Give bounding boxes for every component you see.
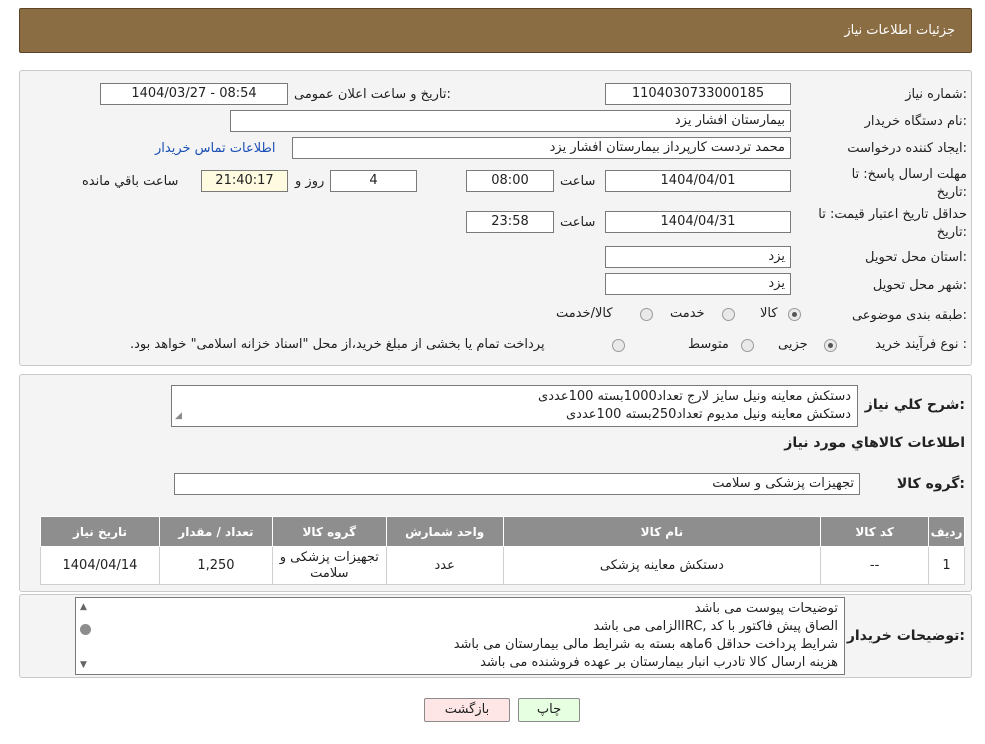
buyer-note-line: توضیحات پیوست می باشد xyxy=(694,601,838,616)
back-button[interactable]: بازگشت xyxy=(424,698,510,722)
need-number-field[interactable]: 1104030733000185 xyxy=(605,83,791,105)
goods-section-title: اطلاعات کالاهاي مورد نياز xyxy=(784,435,965,451)
remaining-time-field: 21:40:17 xyxy=(201,170,288,192)
city-field[interactable]: یزد xyxy=(605,273,791,295)
purchase-radio-medium[interactable] xyxy=(741,339,754,352)
page-header: جزئیات اطلاعات نیاز xyxy=(19,8,972,53)
province-field[interactable]: یزد xyxy=(605,246,791,268)
creator-label: ایجاد کننده درخواست: xyxy=(847,141,967,156)
col-unit: واحد شمارش xyxy=(385,516,504,547)
purchase-option-medium: متوسط xyxy=(688,337,729,352)
deadline-label: مهلت ارسال پاسخ: تا تاریخ: xyxy=(851,167,967,200)
category-radio-service[interactable] xyxy=(722,308,735,321)
col-date: تاریخ نیاز xyxy=(40,516,160,547)
category-radio-goods-service[interactable] xyxy=(640,308,653,321)
col-code: کد کالا xyxy=(820,516,930,547)
city-label: شهر محل تحویل: xyxy=(872,278,967,293)
purchase-option-minor: جزیی xyxy=(778,337,808,352)
validity-date-field[interactable]: 1404/04/31 xyxy=(605,211,791,233)
cell-date: 1404/04/14 xyxy=(40,546,160,585)
buyer-note-line: شرایط پرداخت حداقل 6ماهه بسته به شرایط م… xyxy=(453,637,838,652)
buyer-notes-textarea[interactable]: توضیحات پیوست می باشد الصاق پیش فاکتور ب… xyxy=(75,597,845,675)
cell-row: 1 xyxy=(928,546,965,585)
deadline-time-field[interactable]: 08:00 xyxy=(466,170,554,192)
goods-table: ردیف کد کالا نام کالا واحد شمارش گروه کا… xyxy=(40,516,965,585)
buyer-note-line: الصاق پیش فاکتور با کد ,IRCالزامی می باش… xyxy=(593,619,839,634)
table-header-row: ردیف کد کالا نام کالا واحد شمارش گروه کا… xyxy=(40,516,965,547)
description-label: شرح کلي نياز: xyxy=(864,397,965,413)
deadline-time-label: ساعت xyxy=(560,174,596,189)
category-option-goods: کالا xyxy=(760,306,778,321)
purchase-radio-treasury[interactable] xyxy=(612,339,625,352)
purchase-radio-minor[interactable] xyxy=(824,339,837,352)
category-label: طبقه بندی موضوعی: xyxy=(851,308,967,323)
description-line: دستکش معاینه ونیل سایز لارج تعداد1000بست… xyxy=(538,389,851,404)
scroll-down-icon[interactable]: ▼ xyxy=(80,660,87,670)
announce-field[interactable]: 1404/03/27 - 08:54 xyxy=(100,83,288,105)
cell-code: -- xyxy=(820,546,930,585)
cell-name: دستکش معاینه پزشکی xyxy=(502,546,822,585)
goods-group-label: گروه کالا: xyxy=(896,476,965,492)
contact-buyer-link[interactable]: اطلاعات تماس خریدار xyxy=(155,141,275,156)
buyer-org-field[interactable]: بیمارستان افشار یزد xyxy=(230,110,791,132)
scroll-thumb[interactable] xyxy=(80,624,91,635)
deadline-date-field[interactable]: 1404/04/01 xyxy=(605,170,791,192)
cell-unit: عدد xyxy=(385,546,504,585)
category-option-service: خدمت xyxy=(670,306,705,321)
creator-field[interactable]: محمد تردست کارپرداز بیمارستان افشار یزد xyxy=(292,137,791,159)
col-qty: تعداد / مقدار xyxy=(158,516,273,547)
province-label: استان محل تحویل: xyxy=(865,250,967,265)
need-number-label: شماره نیاز: xyxy=(905,87,967,102)
resize-grip-icon[interactable]: ◢ xyxy=(175,407,182,425)
col-group: گروه کالا xyxy=(271,516,387,547)
description-textarea[interactable]: دستکش معاینه ونیل سایز لارج تعداد1000بست… xyxy=(171,385,858,427)
announce-label: تاریخ و ساعت اعلان عمومی: xyxy=(294,87,451,102)
print-button[interactable]: چاپ xyxy=(518,698,580,722)
table-row: 1 -- دستکش معاینه پزشکی عدد تجهیزات پزشک… xyxy=(40,546,965,585)
category-option-goods-service: کالا/خدمت xyxy=(556,306,613,321)
scroll-up-icon[interactable]: ▲ xyxy=(80,602,87,612)
validity-time-field[interactable]: 23:58 xyxy=(466,211,554,233)
cell-qty: 1,250 xyxy=(158,546,273,585)
validity-time-label: ساعت xyxy=(560,215,596,230)
days-label: روز و xyxy=(295,174,325,189)
goods-group-field[interactable]: تجهیزات پزشکی و سلامت xyxy=(174,473,860,495)
notes-scrollbar[interactable]: ▲ ▼ xyxy=(77,600,94,672)
buyer-org-label: نام دستگاه خریدار: xyxy=(864,114,967,129)
cell-group: تجهیزات پزشکی و سلامت xyxy=(271,546,387,585)
description-line: دستکش معاینه ونیل مدیوم تعداد250بسته 100… xyxy=(566,407,851,422)
buyer-notes-label: توضیحات خریدار: xyxy=(846,628,965,644)
validity-label: حداقل تاریخ اعتبار قیمت: تا تاریخ: xyxy=(818,207,967,240)
category-radio-goods[interactable] xyxy=(788,308,801,321)
col-row: ردیف xyxy=(928,516,965,547)
page-title: جزئیات اطلاعات نیاز xyxy=(844,23,955,38)
purchase-type-label: نوع فرآیند خرید : xyxy=(875,337,967,352)
purchase-note: پرداخت تمام یا بخشی از مبلغ خرید،از محل … xyxy=(130,337,545,352)
days-field[interactable]: 4 xyxy=(330,170,417,192)
remaining-label: ساعت باقي مانده xyxy=(82,174,179,189)
buyer-note-line: هزینه ارسال کالا تادرب انبار بیمارستان ب… xyxy=(480,655,838,670)
col-name: نام کالا xyxy=(502,516,822,547)
